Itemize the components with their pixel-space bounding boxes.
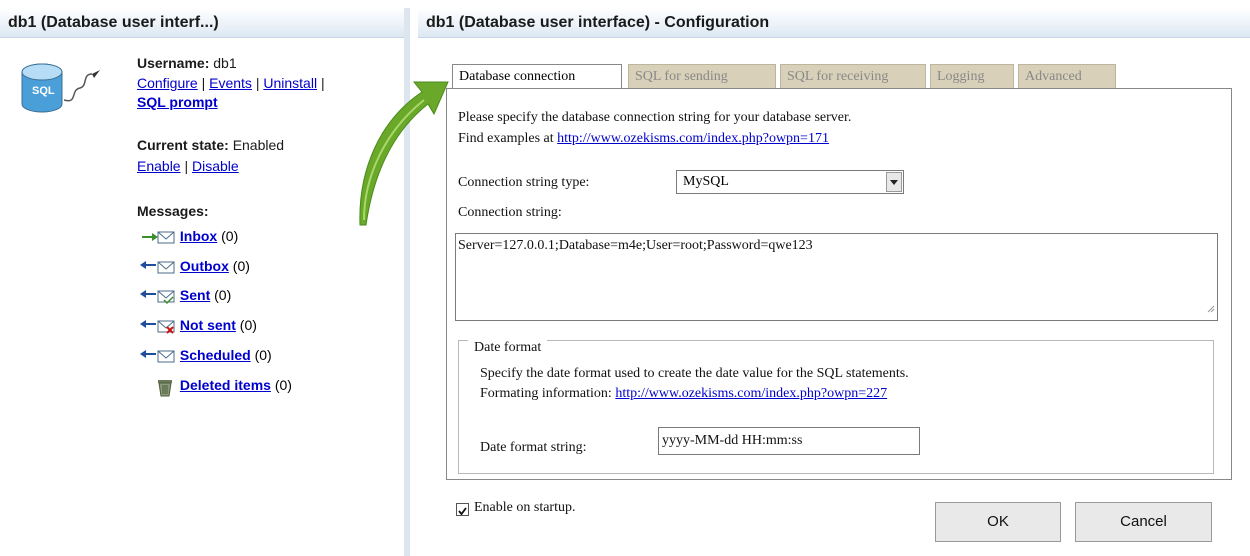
tab-advanced[interactable]: Advanced bbox=[1018, 64, 1116, 88]
scheduled-envelope-icon bbox=[140, 347, 176, 365]
date-format-string-value: yyyy-MM-dd HH:mm:ss bbox=[662, 433, 803, 448]
database-icon: SQL bbox=[20, 60, 120, 120]
sql-prompt-link[interactable]: SQL prompt bbox=[137, 94, 218, 110]
date-format-legend: Date format bbox=[468, 340, 548, 356]
intro-text: Please specify the database connection s… bbox=[458, 110, 852, 125]
state-links: Enable | Disable bbox=[137, 158, 239, 174]
left-panel-title: db1 (Database user interf...) bbox=[0, 8, 404, 38]
date-format-description: Specify the date format used to create t… bbox=[480, 366, 909, 381]
link-separator: | bbox=[201, 75, 206, 91]
folder-row-deleted-items: Deleted items (0) bbox=[140, 375, 292, 397]
folder-link-outbox[interactable]: Outbox bbox=[180, 258, 229, 274]
events-link[interactable]: Events bbox=[209, 75, 252, 91]
username-label: Username: bbox=[137, 55, 210, 71]
connection-type-select[interactable]: MySQL bbox=[676, 170, 904, 194]
tab-sql-for-sending[interactable]: SQL for sending bbox=[628, 64, 776, 88]
folder-row-scheduled: Scheduled (0) bbox=[140, 345, 272, 365]
disable-link[interactable]: Disable bbox=[192, 158, 239, 174]
messages-label: Messages: bbox=[137, 203, 209, 219]
connection-string-label: Connection string: bbox=[458, 205, 562, 220]
date-format-string-input[interactable]: yyyy-MM-dd HH:mm:ss bbox=[658, 427, 920, 455]
tab-database-connection[interactable]: Database connection bbox=[452, 64, 622, 89]
uninstall-link[interactable]: Uninstall bbox=[263, 75, 317, 91]
current-state-line: Current state: Enabled bbox=[137, 137, 284, 153]
folder-count: (0) bbox=[274, 377, 292, 393]
folder-count: (0) bbox=[214, 287, 232, 303]
folder-row-not-sent: Not sent (0) bbox=[140, 315, 257, 335]
folder-count: (0) bbox=[239, 317, 257, 333]
date-format-info-link[interactable]: http://www.ozekisms.com/index.php?owpn=2… bbox=[615, 386, 887, 401]
folder-link-scheduled[interactable]: Scheduled bbox=[180, 347, 251, 363]
tab-logging[interactable]: Logging bbox=[930, 64, 1014, 88]
right-panel-title: db1 (Database user interface) - Configur… bbox=[418, 8, 1250, 38]
current-state-value: Enabled bbox=[232, 137, 285, 153]
intro-examples-line: Find examples at http://www.ozekisms.com… bbox=[458, 131, 829, 147]
folder-link-sent[interactable]: Sent bbox=[180, 287, 210, 303]
username-line: Username: db1 bbox=[137, 55, 237, 71]
link-separator: | bbox=[320, 75, 325, 91]
folder-count: (0) bbox=[232, 258, 250, 274]
tab-sql-for-receiving[interactable]: SQL for receiving bbox=[780, 64, 926, 88]
sent-envelope-icon bbox=[140, 287, 176, 305]
folder-row-inbox: Inbox (0) bbox=[140, 226, 238, 246]
date-format-info-line: Formating information: http://www.ozekis… bbox=[480, 386, 887, 402]
link-separator: | bbox=[255, 75, 260, 91]
database-icon-label: SQL bbox=[32, 85, 55, 97]
cancel-button[interactable]: Cancel bbox=[1075, 502, 1212, 542]
chevron-down-icon[interactable] bbox=[886, 172, 902, 192]
intro-examples-prefix: Find examples at bbox=[458, 131, 554, 146]
connection-type-value: MySQL bbox=[683, 174, 729, 189]
date-format-info-prefix: Formating information: bbox=[480, 386, 612, 401]
green-arrow-graphic bbox=[340, 60, 460, 230]
trash-bin-icon bbox=[140, 377, 176, 397]
examples-link[interactable]: http://www.ozekisms.com/index.php?owpn=1… bbox=[557, 131, 829, 146]
enable-on-startup-checkbox[interactable] bbox=[456, 503, 469, 516]
outbox-envelope-icon bbox=[140, 258, 176, 276]
connection-string-value: Server=127.0.0.1;Database=m4e;User=root;… bbox=[458, 238, 813, 253]
current-state-label: Current state: bbox=[137, 137, 229, 153]
folder-link-not-sent[interactable]: Not sent bbox=[180, 317, 236, 333]
enable-link[interactable]: Enable bbox=[137, 158, 181, 174]
enable-on-startup-label: Enable on startup. bbox=[474, 500, 576, 515]
resize-grip-icon[interactable] bbox=[1205, 300, 1215, 318]
username-value: db1 bbox=[213, 55, 237, 71]
date-format-string-label: Date format string: bbox=[480, 440, 587, 455]
connection-string-textarea[interactable]: Server=127.0.0.1;Database=m4e;User=root;… bbox=[455, 233, 1218, 321]
inbox-envelope-icon bbox=[140, 228, 176, 246]
folder-row-outbox: Outbox (0) bbox=[140, 256, 250, 276]
component-links: Configure | Events | Uninstall | bbox=[137, 75, 325, 91]
folder-link-inbox[interactable]: Inbox bbox=[180, 228, 217, 244]
connection-type-label: Connection string type: bbox=[458, 175, 590, 190]
link-separator: | bbox=[184, 158, 189, 174]
folder-count: (0) bbox=[221, 228, 239, 244]
ok-button[interactable]: OK bbox=[935, 502, 1061, 542]
folder-row-sent: Sent (0) bbox=[140, 285, 231, 305]
folder-link-deleted-items[interactable]: Deleted items bbox=[180, 377, 271, 393]
not-sent-envelope-icon bbox=[140, 317, 176, 335]
folder-count: (0) bbox=[254, 347, 272, 363]
configure-link[interactable]: Configure bbox=[137, 75, 198, 91]
